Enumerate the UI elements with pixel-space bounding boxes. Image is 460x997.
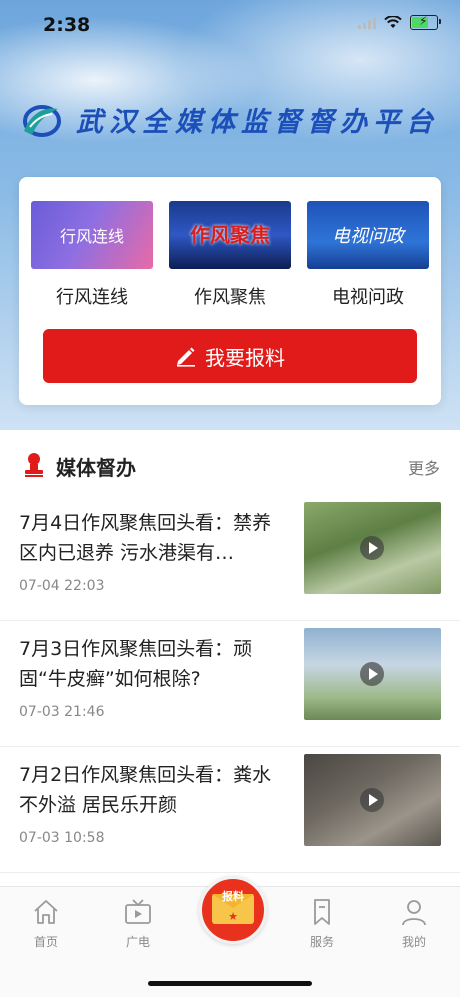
news-item[interactable]: 7月3日作风聚焦回头看：顽固“牛皮癣”如何根除? 07-03 21:46 (0, 620, 460, 747)
news-thumbnail (304, 754, 441, 846)
report-button-label: 我要报料 (205, 345, 285, 370)
channel-label: 行风连线 (56, 287, 128, 308)
status-icons: ⚡ (358, 14, 441, 30)
channel-thumbnail: 行风连线 (31, 201, 153, 269)
tv-icon (125, 899, 151, 924)
channel-xingfeng[interactable]: 行风连线 行风连线 (31, 201, 153, 309)
news-title: 7月2日作风聚焦回头看：粪水不外溢 居民乐开颜 (19, 764, 272, 816)
channel-label: 作风聚焦 (194, 287, 266, 308)
news-title: 7月4日作风聚焦回头看：禁养区内已退养 污水港渠有… (19, 512, 272, 564)
play-icon (360, 788, 384, 812)
news-item[interactable]: 7月2日作风聚焦回头看：粪水不外溢 居民乐开颜 07-03 10:58 (0, 746, 460, 873)
news-thumbnail (304, 502, 441, 594)
channel-list: 行风连线 行风连线 作风聚焦 作风聚焦 电视问政 电视问政 (31, 201, 429, 309)
channel-dianshi[interactable]: 电视问政 电视问政 (307, 201, 429, 309)
status-time: 2:38 (43, 14, 91, 36)
home-indicator (148, 981, 312, 986)
channel-zuofeng[interactable]: 作风聚焦 作风聚焦 (169, 201, 291, 309)
tab-label: 服务 (309, 935, 334, 949)
tab-report-label: 报料 (222, 890, 244, 903)
tab-service[interactable]: 服务 (287, 897, 357, 950)
section-header: 媒体督办 更多 (0, 448, 460, 482)
news-item[interactable]: 7月4日作风聚焦回头看：禁养区内已退养 污水港渠有… 07-04 22:03 (0, 494, 460, 621)
play-icon (360, 662, 384, 686)
battery-icon: ⚡ (410, 14, 441, 30)
platform-title: 武汉全媒体监督督办平台 (76, 107, 439, 138)
wifi-icon (384, 16, 402, 28)
pencil-icon (177, 347, 195, 367)
news-title: 7月3日作风聚焦回头看：顽固“牛皮癣”如何根除? (19, 638, 253, 690)
more-link[interactable]: 更多 (408, 455, 440, 479)
cellular-icon (358, 16, 376, 29)
logo-icon (23, 104, 61, 137)
status-bar: 2:38 ⚡ (0, 0, 460, 50)
tab-label: 首页 (33, 935, 58, 949)
tab-home[interactable]: 首页 (11, 897, 81, 950)
tab-label: 我的 (401, 935, 426, 949)
house-icon (34, 900, 58, 924)
person-icon (402, 900, 426, 926)
tab-label: 广电 (125, 935, 150, 949)
section-title: 媒体督办 (56, 456, 136, 480)
news-time: 07-03 21:46 (19, 704, 105, 720)
channel-label: 电视问政 (332, 287, 404, 308)
stamp-icon (25, 453, 43, 477)
tab-broadcast[interactable]: 广电 (103, 897, 173, 950)
channel-card: 行风连线 行风连线 作风聚焦 作风聚焦 电视问政 电视问政 我要报料 (19, 177, 441, 405)
news-thumbnail (304, 628, 441, 720)
play-icon (360, 536, 384, 560)
news-time: 07-03 10:58 (19, 830, 105, 846)
star-icon: ★ (228, 910, 238, 923)
news-time: 07-04 22:03 (19, 578, 105, 594)
tab-report[interactable]: 报料 ★ (199, 876, 267, 944)
report-button[interactable]: 我要报料 (43, 329, 417, 383)
brand-header: 武汉全媒体监督督办平台 (18, 100, 439, 139)
channel-thumbnail: 电视问政 (307, 201, 429, 269)
tab-mine[interactable]: 我的 (379, 897, 449, 950)
channel-thumbnail: 作风聚焦 (169, 201, 291, 269)
bookmark-icon (314, 899, 330, 925)
